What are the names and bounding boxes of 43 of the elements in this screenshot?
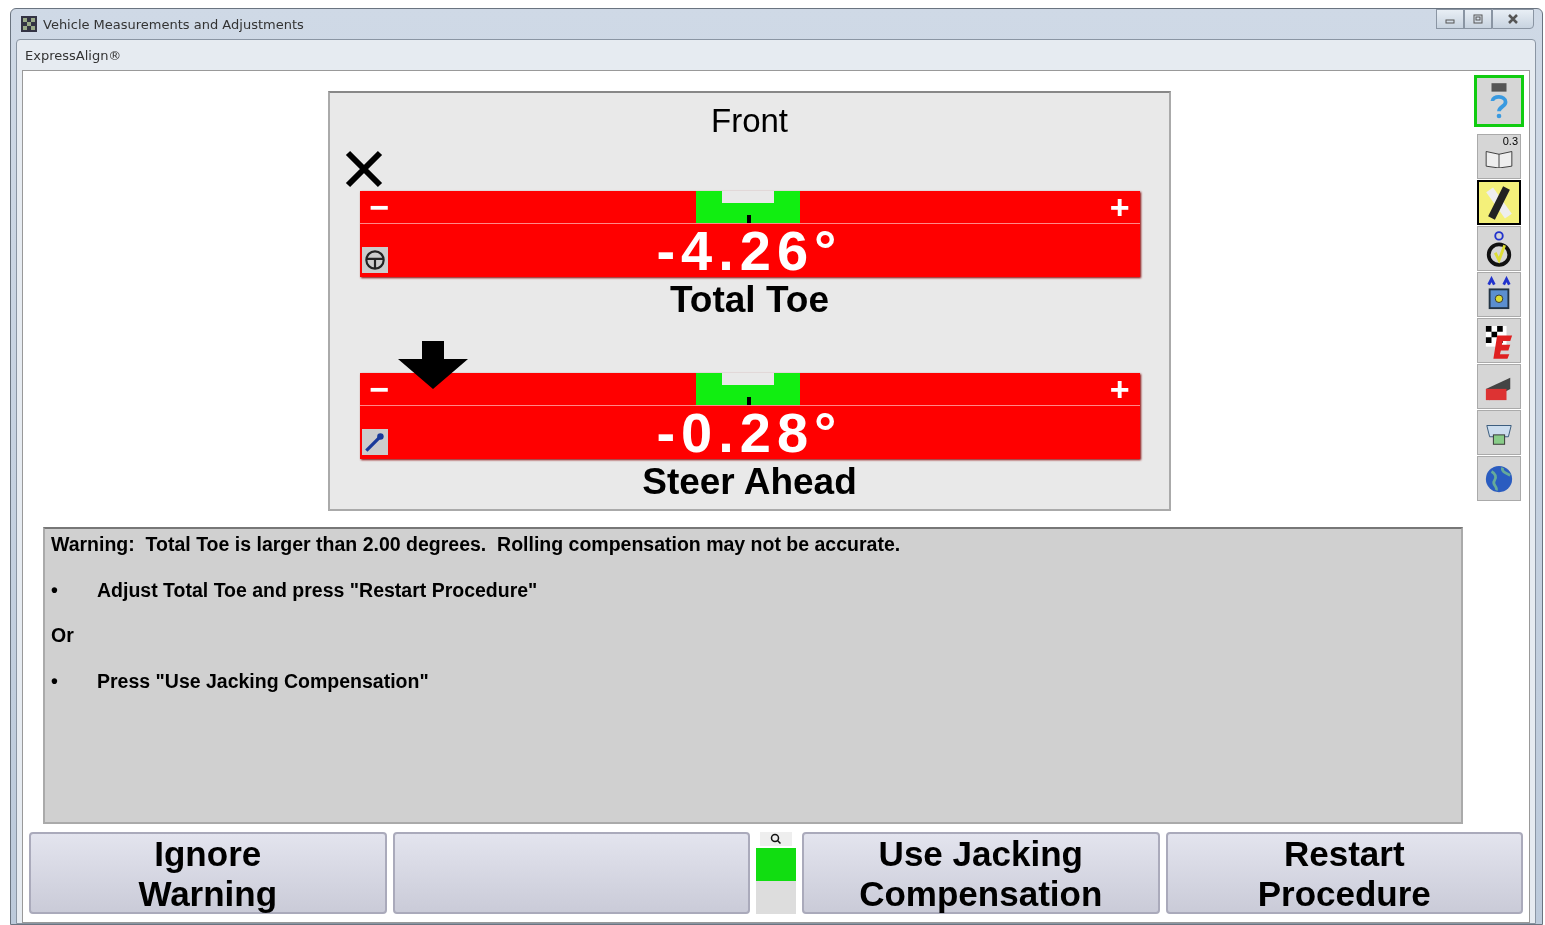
panel-title: Front <box>711 101 788 141</box>
maximize-button[interactable] <box>1464 9 1492 29</box>
flag-tool-button[interactable] <box>1477 318 1521 363</box>
gauge-dial-icon <box>1484 229 1514 268</box>
steering-tool-button[interactable] <box>1477 226 1521 271</box>
globe-tool-button[interactable] <box>1477 456 1521 501</box>
bullet: • <box>51 578 59 603</box>
device-tool-button[interactable] <box>1477 364 1521 409</box>
close-button[interactable] <box>1492 9 1534 29</box>
printer-tool-button[interactable] <box>1477 410 1521 455</box>
cross-icon <box>343 149 384 189</box>
plus-sign: + <box>1109 192 1130 222</box>
search-icon[interactable] <box>760 832 792 846</box>
wrench-icon[interactable] <box>361 429 388 455</box>
tire-icon <box>1484 183 1514 222</box>
message-text: Press "Use Jacking Compensation" <box>97 669 429 694</box>
app-name-label: ExpressAlign® <box>25 47 122 63</box>
restore-icon <box>1472 13 1484 25</box>
book-tool-button[interactable]: 0.3 <box>1477 134 1521 179</box>
message-text: Or <box>51 624 74 648</box>
window-title: Vehicle Measurements and Adjustments <box>43 16 304 32</box>
gauge-value: -0.28° <box>656 406 843 459</box>
action-button[interactable]: Restart Procedure <box>1165 832 1523 914</box>
minus-sign: − <box>369 192 390 222</box>
steering-wheel-icon[interactable] <box>361 247 388 273</box>
app-icon <box>21 16 37 32</box>
version-label: 0.3 <box>1502 135 1518 147</box>
message-text: Adjust Total Toe and press "Restart Procedure" <box>97 578 538 603</box>
action-button[interactable]: Use Jacking Compensation <box>802 832 1160 914</box>
plus-sign: + <box>1109 374 1130 404</box>
gauge-value: -4.26° <box>656 224 843 277</box>
gauge-label: Steer Ahead <box>642 460 857 504</box>
message-text: Warning: Total Toe is larger than 2.00 degrees. Rolling compensation may not be accurate. <box>51 533 901 557</box>
gauge-label: Total Toe <box>670 278 829 322</box>
close-icon <box>1507 13 1519 25</box>
action-button[interactable]: Ignore Warning <box>29 832 387 914</box>
minus-sign: − <box>369 374 390 404</box>
help-tool-button[interactable] <box>1474 75 1524 127</box>
down-arrow-icon <box>397 341 468 389</box>
safe-tool-button[interactable] <box>1477 272 1521 317</box>
tire-tool-button[interactable] <box>1477 180 1521 225</box>
minimize-button[interactable] <box>1436 9 1464 29</box>
bullet: • <box>51 669 59 694</box>
